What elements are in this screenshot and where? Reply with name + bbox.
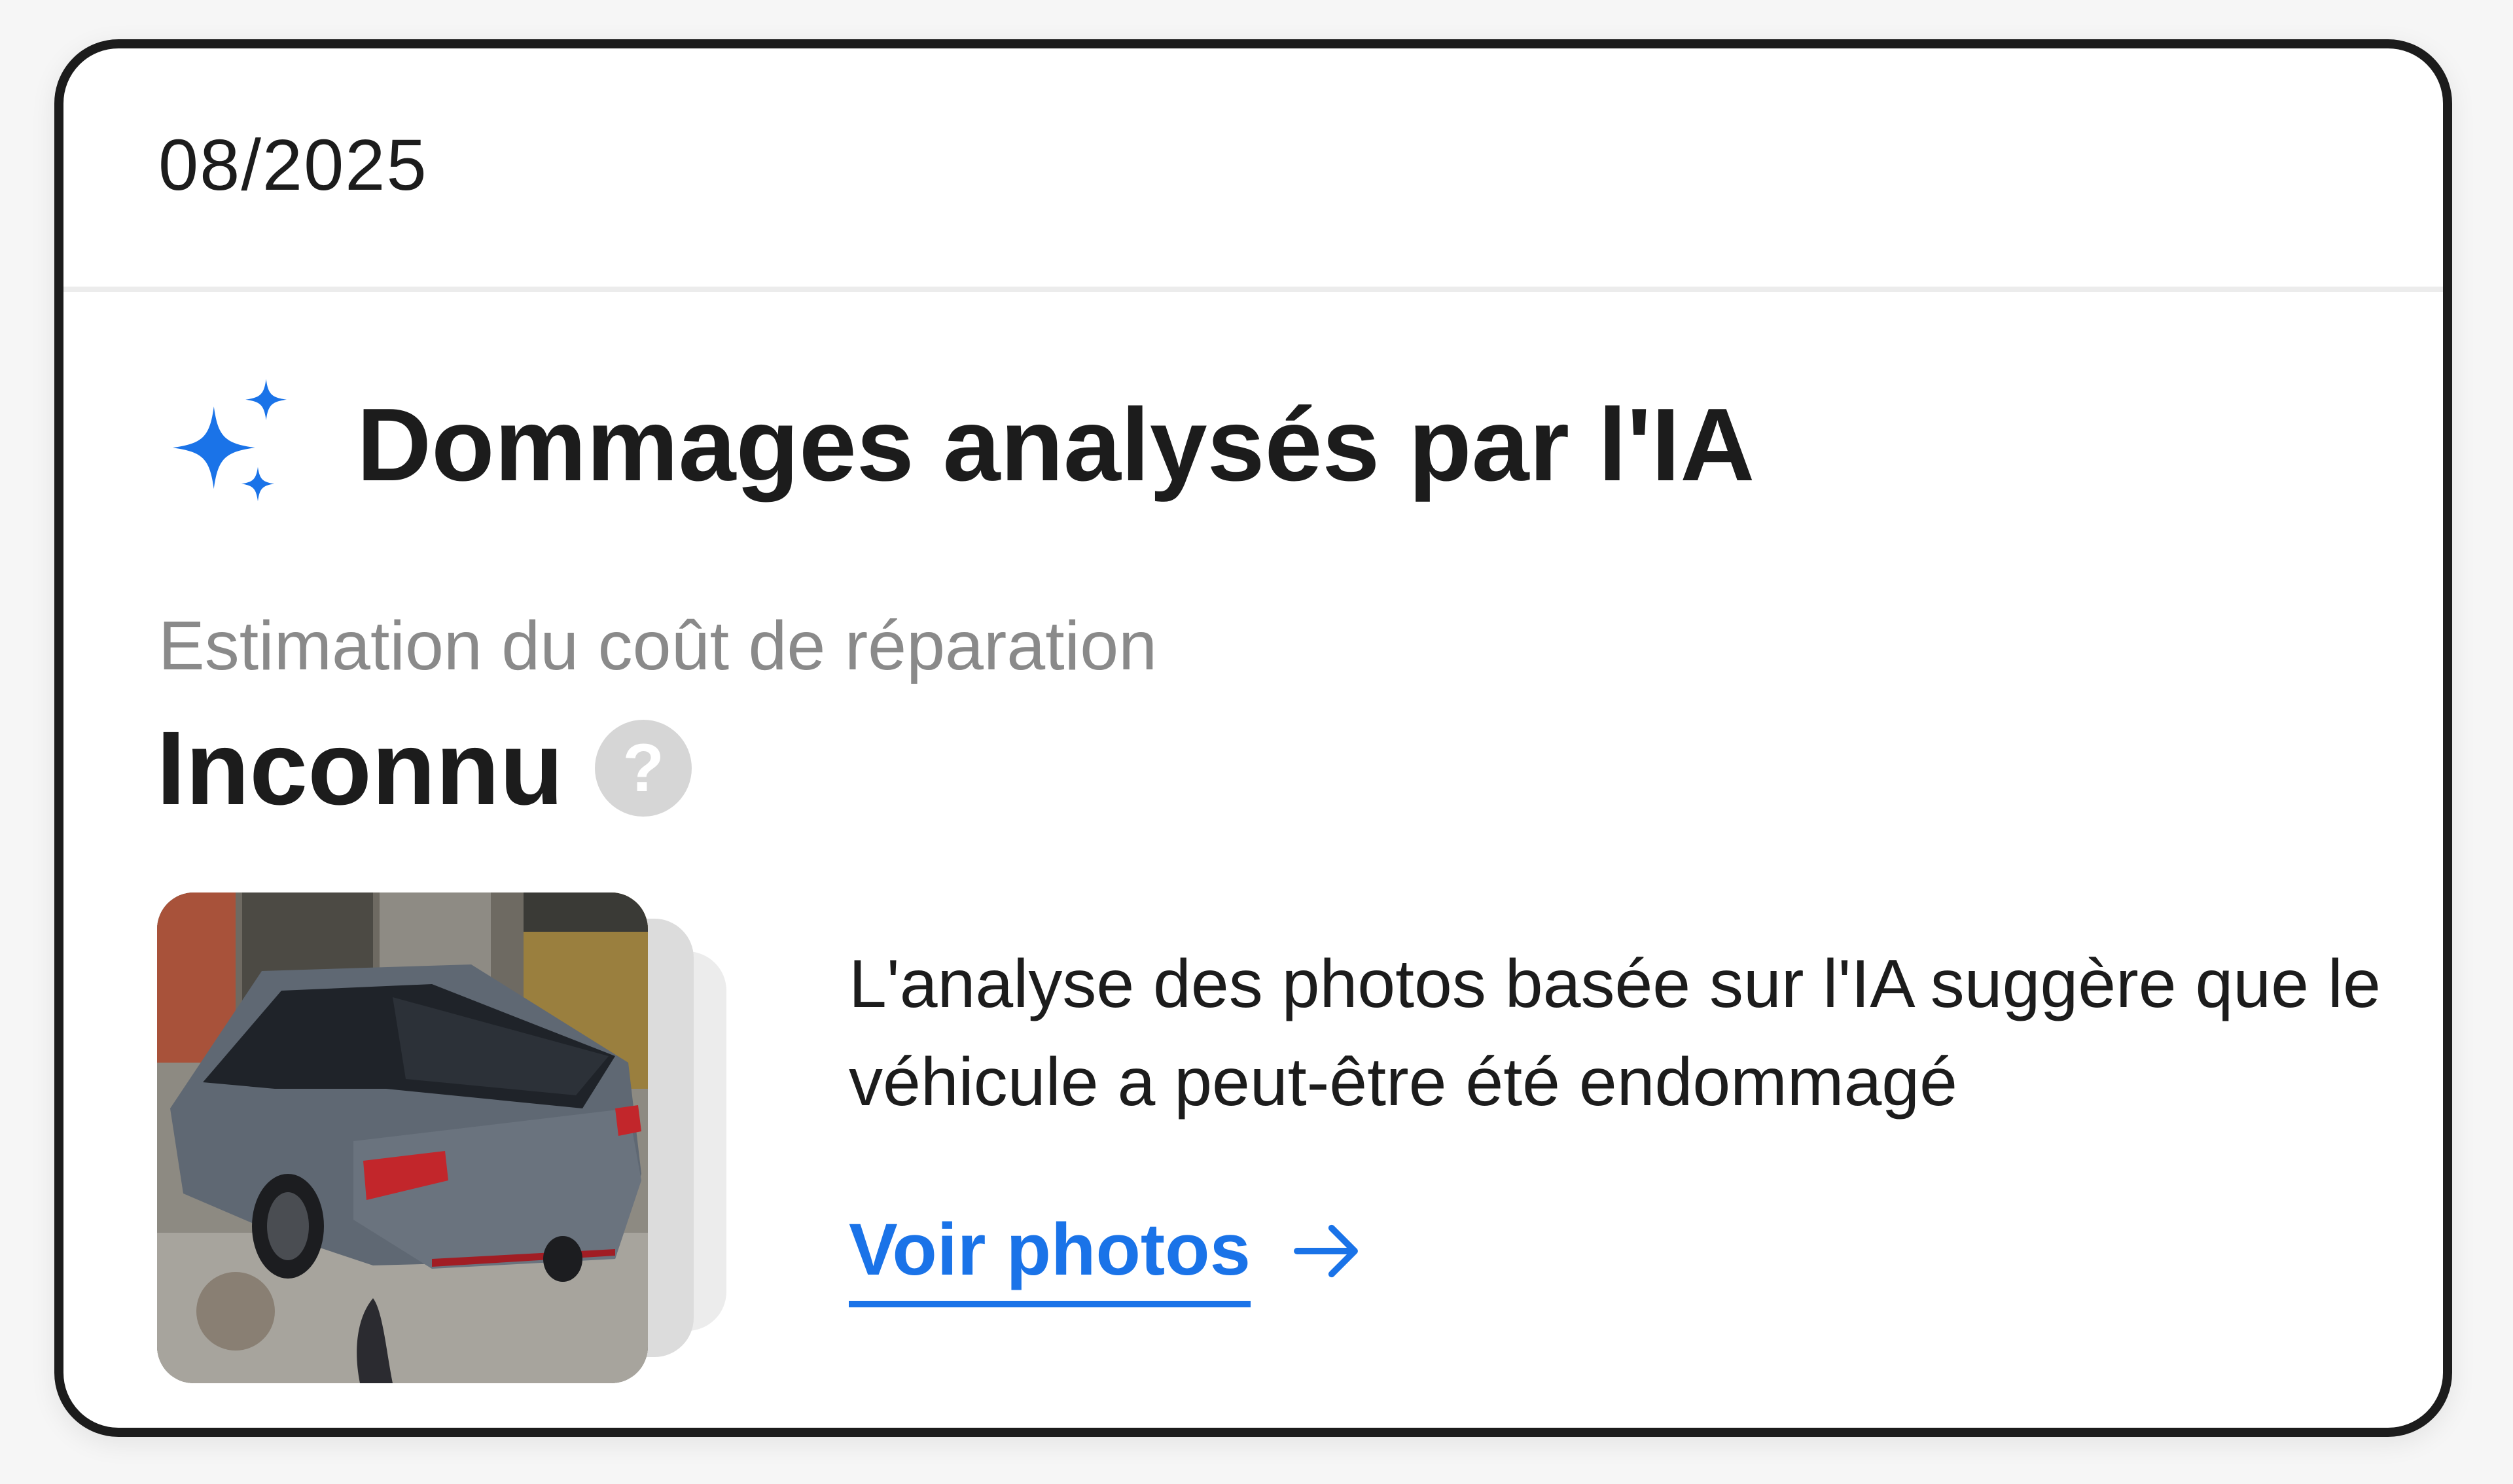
car-photo-image bbox=[157, 892, 648, 1383]
date-label: 08/2025 bbox=[158, 125, 428, 205]
estimate-row: Inconnu ? bbox=[156, 703, 692, 834]
cost-estimate-label: Estimation du coût de réparation bbox=[158, 607, 1158, 684]
help-icon[interactable]: ? bbox=[595, 720, 692, 817]
arrow-right-icon[interactable] bbox=[1290, 1215, 1362, 1287]
card-header: 08/2025 bbox=[63, 48, 2443, 292]
photo-stack[interactable] bbox=[157, 892, 733, 1390]
card-title: Dommages analysés par l'IA bbox=[357, 387, 1755, 503]
title-row: Dommages analysés par l'IA bbox=[162, 366, 1755, 523]
sparkle-icon bbox=[172, 379, 287, 502]
damage-card: 08/2025 Dommages analysés par l'IA Estim… bbox=[54, 39, 2452, 1437]
view-photos-link[interactable]: Voir photos bbox=[849, 1213, 1251, 1307]
estimate-value: Inconnu bbox=[156, 709, 564, 826]
analysis-description: L'analyse des photos basée sur l'IA sugg… bbox=[849, 946, 2381, 1120]
view-photos-link-row[interactable]: Voir photos bbox=[849, 1213, 1362, 1307]
car-photo[interactable] bbox=[157, 892, 648, 1383]
